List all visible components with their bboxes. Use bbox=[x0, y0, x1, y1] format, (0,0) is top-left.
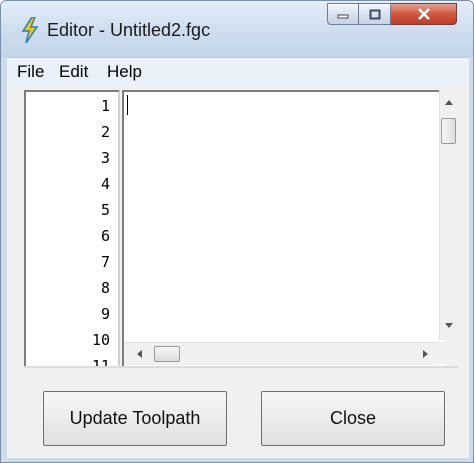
text-caret bbox=[127, 95, 128, 115]
menu-edit[interactable]: Edit bbox=[59, 61, 88, 83]
line-number: 2 bbox=[100, 123, 110, 141]
line-number: 6 bbox=[100, 227, 110, 245]
line-number: 8 bbox=[100, 279, 110, 297]
minimize-button[interactable] bbox=[327, 3, 359, 25]
line-number: 4 bbox=[100, 175, 110, 193]
line-number: 9 bbox=[100, 305, 110, 323]
client-area: 1 2 3 4 5 6 7 8 9 10 11 Update Toolpath bbox=[7, 85, 469, 458]
editor-window: Editor - Untitled2.fgc File Edit Help 1 … bbox=[0, 0, 474, 463]
window-close-button[interactable] bbox=[391, 3, 457, 25]
menu-help[interactable]: Help bbox=[107, 61, 142, 83]
line-number: 10 bbox=[91, 331, 110, 349]
scroll-right-arrow-icon[interactable] bbox=[423, 350, 428, 358]
maximize-icon bbox=[369, 9, 380, 19]
vertical-scrollbar[interactable] bbox=[439, 90, 458, 340]
scroll-up-arrow-icon[interactable] bbox=[445, 100, 453, 105]
scroll-down-arrow-icon[interactable] bbox=[445, 323, 453, 328]
close-icon bbox=[417, 8, 430, 20]
vertical-scroll-thumb[interactable] bbox=[441, 118, 456, 144]
lightning-bolt-icon bbox=[21, 17, 39, 43]
maximize-button[interactable] bbox=[359, 3, 391, 25]
horizontal-scroll-thumb[interactable] bbox=[154, 346, 180, 362]
editor-frame-edge bbox=[24, 366, 458, 368]
line-number: 5 bbox=[100, 201, 110, 219]
title-bar[interactable]: Editor - Untitled2.fgc bbox=[1, 1, 473, 57]
minimize-icon bbox=[337, 14, 349, 19]
line-number: 7 bbox=[100, 253, 110, 271]
line-number: 1 bbox=[100, 97, 110, 115]
menu-file[interactable]: File bbox=[17, 61, 44, 83]
window-title: Editor - Untitled2.fgc bbox=[47, 20, 211, 40]
menu-bar: File Edit Help bbox=[7, 57, 469, 86]
line-number-gutter: 1 2 3 4 5 6 7 8 9 10 11 bbox=[24, 90, 120, 367]
update-toolpath-button[interactable]: Update Toolpath bbox=[43, 391, 227, 446]
line-number: 3 bbox=[100, 149, 110, 167]
code-text-area[interactable] bbox=[122, 90, 445, 367]
scroll-left-arrow-icon[interactable] bbox=[137, 350, 142, 358]
horizontal-scrollbar[interactable] bbox=[124, 342, 439, 365]
close-button[interactable]: Close bbox=[261, 391, 445, 446]
scrollbar-corner bbox=[439, 342, 458, 364]
